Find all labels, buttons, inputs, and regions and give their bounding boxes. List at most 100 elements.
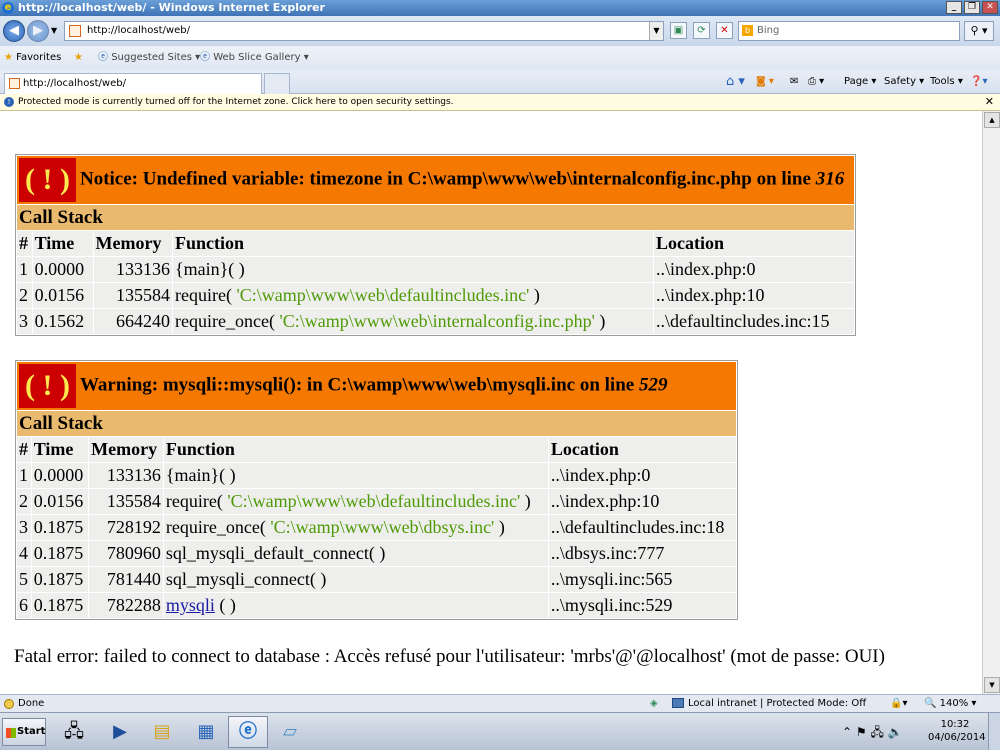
favorites-star-icon: ★: [4, 52, 13, 63]
scroll-down-icon[interactable]: ▼: [984, 677, 1000, 693]
refresh-icon[interactable]: ⟳: [693, 22, 710, 39]
new-tab-button[interactable]: [264, 73, 290, 94]
notification-area: ⌃ ⚑ 🖧 🔈: [842, 713, 903, 750]
row-location: ..\mysqli.inc:565: [548, 567, 736, 592]
row-number: 3: [17, 515, 31, 540]
web-slice-gallery-link[interactable]: ⓔ Web Slice Gallery ▾: [200, 46, 309, 70]
safety-menu[interactable]: Safety ▾: [884, 70, 924, 94]
function-name: require(: [165, 491, 228, 511]
tab-label: http://localhost/web/: [23, 78, 126, 89]
row-location: ..\defaultincludes.inc:18: [548, 515, 736, 540]
add-to-favorites-icon[interactable]: ★: [74, 46, 83, 70]
security-zone[interactable]: Local intranet | Protected Mode: Off: [672, 695, 866, 712]
call-stack-label: Call Stack: [17, 205, 854, 230]
table-row: 6 0.1875 782288 mysqli ( ) ..\mysqli.inc…: [17, 593, 736, 618]
call-stack-label: Call Stack: [17, 411, 736, 436]
scroll-up-icon[interactable]: ▲: [984, 112, 1000, 128]
row-time: 0.0000: [31, 463, 89, 488]
function-name: {main}( ): [165, 465, 236, 485]
back-arrow-icon[interactable]: ◀: [3, 20, 25, 42]
row-number: 2: [17, 283, 32, 308]
row-memory: 782288: [89, 593, 163, 618]
suggested-sites-link[interactable]: ⓔ Suggested Sites ▾: [98, 46, 200, 70]
control-panel-icon[interactable]: ▦: [186, 716, 226, 748]
minimize-button[interactable]: _: [946, 1, 962, 14]
ie-page-icon: ⓔ: [98, 52, 108, 63]
server-manager-icon[interactable]: 🖧: [54, 716, 94, 748]
shield-icon: !: [4, 97, 14, 107]
system-clock[interactable]: 10:32 04/06/2014: [928, 718, 986, 744]
favorites-button[interactable]: ★ Favorites: [4, 46, 61, 70]
feeds-icon[interactable]: ◙ ▾: [756, 70, 774, 94]
error-heading-text: Notice: Undefined variable: timezone in …: [79, 168, 816, 190]
table-row: 3 0.1562 664240 require_once( 'C:\wamp\w…: [17, 309, 854, 334]
window-title-bar: e http://localhost/web/ - Windows Intern…: [0, 0, 1000, 16]
col-location: Location: [654, 231, 854, 256]
vertical-scrollbar[interactable]: ▲ ▼: [982, 111, 1000, 694]
table-row: 1 0.0000 133136 {main}( ) ..\index.php:0: [17, 257, 854, 282]
page-menu[interactable]: Page ▾: [844, 70, 876, 94]
recent-pages-dropdown-icon[interactable]: ▼: [51, 26, 57, 35]
close-info-bar-icon[interactable]: ✕: [985, 94, 994, 110]
show-desktop-button[interactable]: [988, 713, 1000, 750]
tab-localhost-web[interactable]: http://localhost/web/: [4, 73, 262, 94]
search-button[interactable]: ⚲ ▾: [964, 21, 994, 41]
row-time: 0.1875: [31, 541, 89, 566]
table-row: 1 0.0000 133136 {main}( ) ..\index.php:0: [17, 463, 736, 488]
protected-mode-icon[interactable]: 🔒▾: [890, 695, 907, 712]
table-row: 2 0.0156 135584 require( 'C:\wamp\www\we…: [17, 283, 854, 308]
row-function: {main}( ): [173, 257, 653, 282]
start-button[interactable]: Start: [2, 718, 46, 746]
help-icon[interactable]: ❓▾: [970, 70, 987, 94]
explorer-folder-icon[interactable]: ▤: [142, 716, 182, 748]
row-time: 0.1875: [31, 515, 89, 540]
search-box[interactable]: b Bing: [738, 21, 960, 41]
tools-menu[interactable]: Tools ▾: [930, 70, 963, 94]
volume-icon[interactable]: 🔈: [888, 725, 903, 739]
table-row: 5 0.1875 781440 sql_mysqli_connect( ) ..…: [17, 567, 736, 592]
info-bar-text: Protected mode is currently turned off f…: [18, 97, 454, 107]
windows-logo-icon: [6, 728, 16, 738]
row-memory: 780960: [89, 541, 163, 566]
row-number: 2: [17, 489, 31, 514]
action-center-flag-icon[interactable]: ⚑: [856, 725, 867, 739]
read-mail-icon[interactable]: ✉: [790, 70, 798, 94]
row-number: 1: [17, 257, 32, 282]
internet-explorer-icon[interactable]: ⓔ: [228, 716, 268, 748]
status-text: Done: [4, 695, 44, 712]
powershell-icon[interactable]: ▶: [100, 716, 140, 748]
function-name: require_once(: [175, 311, 280, 331]
xdebug-notice-table: ( ! ) Notice: Undefined variable: timezon…: [15, 154, 856, 336]
php-manual-link[interactable]: mysqli: [166, 595, 215, 615]
information-bar[interactable]: ! Protected mode is currently turned off…: [0, 94, 1000, 111]
stop-icon[interactable]: ✕: [716, 22, 733, 39]
function-argument: 'C:\wamp\www\web\defaultincludes.inc': [227, 491, 521, 511]
row-memory: 133136: [93, 257, 172, 282]
address-url: http://localhost/web/: [87, 25, 190, 36]
address-bar[interactable]: http://localhost/web/ ▼: [64, 21, 664, 41]
intranet-icon: [672, 698, 684, 708]
home-icon[interactable]: ⌂ ▾: [726, 70, 745, 94]
forward-arrow-icon[interactable]: ▶: [27, 20, 49, 42]
function-close: ): [594, 311, 606, 331]
row-function: mysqli ( ): [163, 593, 548, 618]
tray-expand-icon[interactable]: ⌃: [842, 725, 852, 739]
status-bar: Done ◈ Local intranet | Protected Mode: …: [0, 694, 1000, 712]
compatibility-view-icon[interactable]: ▣: [670, 22, 687, 39]
web-slice-gallery-label: Web Slice Gallery ▾: [213, 52, 309, 63]
error-line-number: 316: [815, 168, 845, 190]
compatibility-status-icon: ◈: [650, 698, 658, 709]
row-time: 0.1562: [32, 309, 93, 334]
tab-row: http://localhost/web/ ⌂ ▾ ◙ ▾ ✉ ⎙ ▾ Page…: [0, 70, 1000, 94]
address-dropdown-icon[interactable]: ▼: [649, 22, 663, 40]
col-number: #: [17, 437, 31, 462]
table-row: 2 0.0156 135584 require( 'C:\wamp\www\we…: [17, 489, 736, 514]
print-icon[interactable]: ⎙ ▾: [808, 70, 824, 94]
notepad-icon[interactable]: ▱: [270, 716, 310, 748]
zoom-level[interactable]: 🔍 140% ▾: [924, 695, 976, 712]
network-icon[interactable]: 🖧: [870, 725, 883, 739]
row-location: ..\index.php:0: [548, 463, 736, 488]
row-function: sql_mysqli_default_connect( ): [163, 541, 548, 566]
close-window-button[interactable]: ✕: [982, 1, 998, 14]
restore-button[interactable]: ❐: [964, 1, 980, 14]
